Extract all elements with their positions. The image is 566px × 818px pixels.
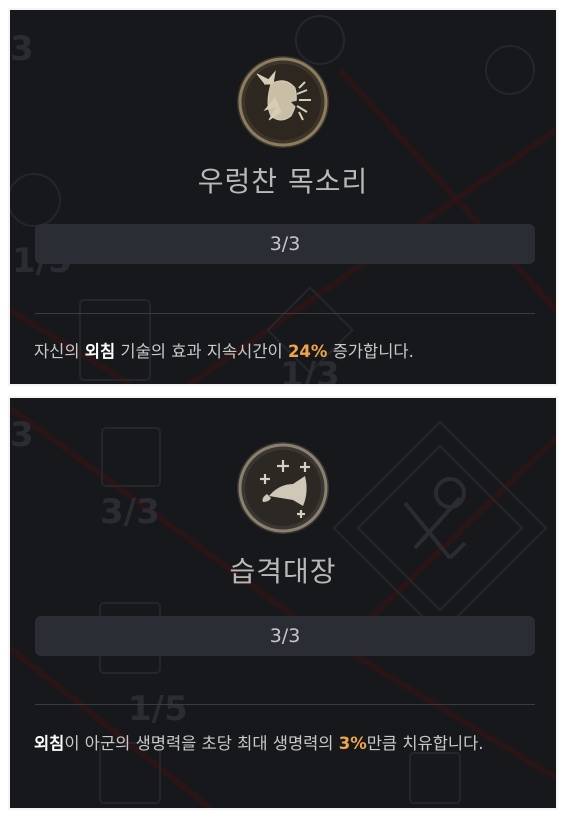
desc-text: 이 아군의 생명력을 초당 최대 생명력의 — [64, 734, 339, 753]
skill-description: 자신의 외침 기술의 효과 지속시간이 24% 증가합니다. — [34, 338, 534, 366]
desc-keyword: 외침 — [84, 342, 116, 361]
skill-rank-value: 3/3 — [269, 233, 301, 255]
bg-rank-label: 3/3 — [100, 492, 160, 532]
skill-description: 외침이 아군의 생명력을 초당 최대 생명력의 3%만큼 치유합니다. — [34, 730, 534, 758]
shouting-warrior-icon — [237, 56, 329, 148]
divider — [35, 313, 535, 314]
skill-rank-bar: 3/3 — [35, 224, 535, 264]
divider — [35, 704, 535, 705]
bg-rank-label: 3 — [10, 415, 34, 455]
skill-tooltip-raid-leader: 3 3/3 1/5 습격대장 3/3 외침이 아군의 생명력을 초당 최대 생명… — [8, 396, 558, 810]
desc-text: 자신의 — [34, 342, 85, 361]
desc-value: 24% — [287, 342, 328, 361]
bg-rank-label: 1/5 — [128, 689, 188, 729]
skill-title: 우렁찬 목소리 — [197, 165, 369, 198]
desc-keyword: 외침 — [34, 734, 65, 753]
skill-title: 습격대장 — [229, 555, 337, 588]
desc-value: 3% — [338, 734, 367, 753]
skill-icon-frame — [235, 440, 331, 536]
desc-text: 기술의 효과 지속시간이 — [115, 342, 288, 361]
skill-rank-bar: 3/3 — [35, 616, 535, 656]
skill-icon-frame — [235, 54, 331, 150]
war-horn-icon — [237, 442, 329, 534]
bg-rank-label: 3 — [10, 29, 34, 69]
desc-text: 증가합니다. — [327, 342, 414, 361]
desc-text: 만큼 치유합니다. — [366, 734, 484, 753]
skill-rank-value: 3/3 — [269, 625, 301, 647]
skill-tooltip-loud-voice: 3 1/5 1/3 우렁찬 목소리 3/3 자신의 외침 기술의 효과 지속시간… — [8, 8, 558, 386]
